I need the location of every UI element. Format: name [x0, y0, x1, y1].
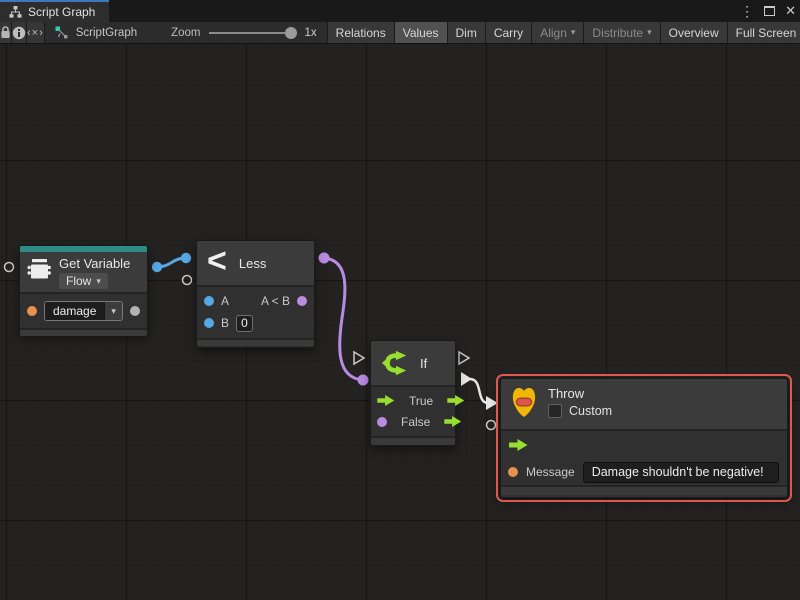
- info-button[interactable]: [12, 22, 27, 43]
- values-button[interactable]: Values: [395, 22, 448, 43]
- node-footer: [371, 436, 455, 445]
- variable-name-dropdown[interactable]: damage ▾: [44, 301, 123, 321]
- custom-label: Custom: [569, 404, 612, 418]
- toolbar-buttons: Relations Values Dim Carry Align ▾ Distr…: [328, 22, 800, 43]
- unconnected-value-indicator: [183, 276, 192, 285]
- node-throw[interactable]: Throw Custom Message Damage shouldn't be…: [500, 378, 788, 498]
- wire-if-false-to-throw[interactable]: [470, 379, 488, 403]
- script-graph-asset-icon: [55, 26, 68, 39]
- variable-scope-dropdown[interactable]: Flow ▾: [59, 273, 108, 289]
- variable-icon: [26, 256, 52, 282]
- overview-button[interactable]: Overview: [661, 22, 728, 43]
- unconnected-flow-indicator: [459, 352, 469, 364]
- node-footer: [20, 328, 147, 336]
- zoom-slider-track[interactable]: [209, 32, 291, 34]
- tab-bar: Script Graph ⋮ ✕: [0, 0, 800, 22]
- graph-toolbar: ‹×› ScriptGraph Zoom 1x Relations Values…: [0, 22, 800, 44]
- node-footer: [197, 338, 314, 346]
- node-get-variable[interactable]: Get Variable Flow ▾ damage ▾: [19, 245, 148, 335]
- variable-name-value: damage: [45, 302, 104, 320]
- chevron-down-icon: ▾: [647, 27, 652, 38]
- script-graph-window: Script Graph ⋮ ✕ ‹×›: [0, 0, 800, 600]
- align-dropdown[interactable]: Align ▾: [532, 22, 584, 43]
- zoom-label: Zoom: [171, 27, 200, 39]
- node-title: Get Variable: [59, 256, 130, 271]
- relations-button[interactable]: Relations: [328, 22, 395, 43]
- chevron-down-icon: ▾: [104, 302, 122, 320]
- false-output-port[interactable]: [444, 416, 462, 427]
- true-label: True: [409, 394, 433, 408]
- zoom-slider[interactable]: [209, 27, 297, 39]
- tab-title: Script Graph: [28, 5, 95, 19]
- node-footer: [501, 485, 787, 495]
- wire-arrowhead: [461, 372, 472, 386]
- input-b-label: B: [221, 316, 229, 330]
- input-b-value-field[interactable]: 0: [236, 315, 253, 332]
- full-screen-button[interactable]: Full Screen: [728, 22, 800, 43]
- carry-button[interactable]: Carry: [486, 22, 532, 43]
- tab-script-graph[interactable]: Script Graph: [0, 0, 109, 22]
- wire-endpoint: [152, 262, 162, 272]
- condition-input-port[interactable]: [377, 417, 387, 427]
- wire-endpoint: [181, 253, 191, 263]
- graph-hierarchy-icon: [9, 6, 22, 18]
- code-icon: ‹×›: [27, 27, 44, 39]
- chevron-down-icon: ▾: [571, 27, 576, 38]
- custom-checkbox[interactable]: [548, 404, 562, 418]
- input-b-port[interactable]: [204, 318, 214, 328]
- message-input-port[interactable]: [508, 467, 518, 477]
- message-input-field[interactable]: Damage shouldn't be negative!: [583, 462, 779, 483]
- flow-input-port[interactable]: [509, 439, 528, 451]
- unconnected-value-indicator: [487, 421, 496, 430]
- less-operator-icon: <: [207, 244, 227, 278]
- distribute-dropdown[interactable]: Distribute ▾: [584, 22, 660, 43]
- name-input-port[interactable]: [27, 306, 37, 316]
- wire-arrowhead: [486, 396, 498, 410]
- node-if[interactable]: If True False: [370, 340, 456, 446]
- unconnected-flow-indicator: [354, 352, 364, 364]
- close-icon[interactable]: ✕: [785, 3, 796, 19]
- input-a-label: A: [221, 294, 229, 308]
- unconnected-value-indicator: [5, 263, 14, 272]
- graph-asset-label: ScriptGraph: [76, 27, 137, 39]
- flow-input-port[interactable]: [377, 395, 395, 406]
- message-label: Message: [526, 465, 575, 479]
- code-view-button[interactable]: ‹×›: [27, 22, 45, 43]
- lock-icon: [0, 26, 11, 39]
- result-output-port[interactable]: [297, 296, 307, 306]
- node-title: Throw: [548, 386, 612, 401]
- chevron-down-icon: ▾: [96, 276, 101, 287]
- lock-button[interactable]: [0, 22, 12, 43]
- graph-canvas[interactable]: Get Variable Flow ▾ damage ▾: [0, 44, 800, 600]
- info-icon: [12, 26, 26, 40]
- false-label: False: [401, 415, 430, 429]
- value-output-port[interactable]: [130, 306, 140, 316]
- wire-endpoint: [319, 253, 330, 264]
- node-less[interactable]: < Less A A < B B 0: [196, 240, 315, 348]
- window-menu-icon[interactable]: ⋮: [740, 3, 754, 20]
- true-output-port[interactable]: [447, 395, 465, 406]
- zoom-slider-handle[interactable]: [285, 27, 297, 39]
- input-a-port[interactable]: [204, 296, 214, 306]
- output-label: A < B: [261, 294, 290, 308]
- node-title: If: [420, 356, 427, 371]
- dim-button[interactable]: Dim: [448, 22, 486, 43]
- node-title: Less: [239, 256, 266, 271]
- maximize-icon[interactable]: [764, 6, 775, 16]
- throw-shield-icon: [510, 386, 538, 419]
- wire-endpoint: [358, 375, 369, 386]
- zoom-value: 1x: [305, 27, 317, 39]
- branch-icon: [380, 348, 410, 378]
